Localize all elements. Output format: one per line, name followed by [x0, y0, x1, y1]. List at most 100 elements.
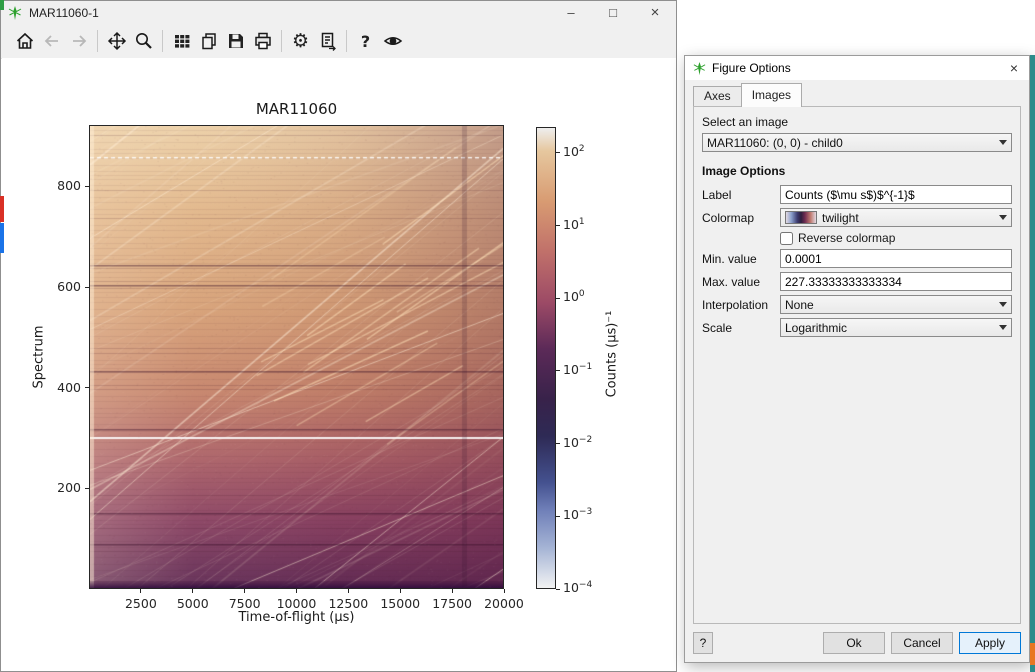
colorbar-tick-label: 10−3	[563, 507, 609, 522]
colorbar-tick-label: 102	[563, 144, 609, 159]
print-icon[interactable]	[249, 28, 276, 55]
zoom-icon[interactable]	[130, 28, 157, 55]
back-icon[interactable]	[38, 28, 65, 55]
edge-artifact-green	[0, 0, 4, 10]
app-icon	[7, 5, 23, 21]
edge-artifact-teal	[1030, 55, 1035, 672]
dialog-titlebar[interactable]: Figure Options ×	[685, 56, 1029, 80]
x-tick-mark	[452, 589, 453, 593]
colorbar-tick-mark	[556, 225, 560, 226]
settings-gear-icon[interactable]: ⚙	[287, 28, 314, 55]
heatmap-canvas[interactable]	[90, 126, 503, 588]
copy-icon[interactable]	[195, 28, 222, 55]
dialog-button-row: ? Ok Cancel Apply	[685, 624, 1029, 662]
colorbar-tick-mark	[556, 516, 560, 517]
y-tick-mark	[85, 186, 89, 187]
interpolation-field-label: Interpolation	[702, 298, 780, 312]
x-tick-mark	[400, 589, 401, 593]
x-tick-mark	[504, 589, 505, 593]
x-axis-label: Time-of-flight (μs)	[89, 610, 504, 625]
close-button[interactable]: ×	[634, 1, 676, 24]
tab-axes[interactable]: Axes	[693, 86, 742, 107]
window-title: MAR11060-1	[29, 6, 99, 20]
pan-icon[interactable]	[103, 28, 130, 55]
edge-artifact-orange	[1030, 643, 1035, 665]
colorbar-tick-mark	[556, 589, 560, 590]
scale-field-label: Scale	[702, 321, 780, 335]
colorbar-tick-label: 10−1	[563, 362, 609, 377]
x-tick-label: 20000	[472, 596, 536, 611]
colorbar-tick-label: 10−4	[563, 580, 609, 595]
desktop: MAR11060-1 – □ ×	[0, 0, 1035, 672]
y-tick-mark	[85, 287, 89, 288]
cancel-button[interactable]: Cancel	[891, 632, 953, 654]
colorbar-tick-label: 101	[563, 217, 609, 232]
save-icon[interactable]	[222, 28, 249, 55]
max-value-field-label: Max. value	[702, 275, 780, 289]
ok-button[interactable]: Ok	[823, 632, 885, 654]
apply-button[interactable]: Apply	[959, 632, 1021, 654]
heatmap-plot[interactable]	[89, 125, 504, 589]
plot-toolbar: ⚙ ?	[1, 24, 676, 59]
x-tick-mark	[192, 589, 193, 593]
plot-title: MAR11060	[89, 100, 504, 118]
max-value-input[interactable]	[780, 272, 1012, 291]
figure-window: MAR11060-1 – □ ×	[0, 0, 677, 672]
colorbar-tick-mark	[556, 443, 560, 444]
edge-artifact-red	[0, 196, 4, 222]
min-value-field-label: Min. value	[702, 252, 780, 266]
x-tick-mark	[140, 589, 141, 593]
y-tick-label: 200	[31, 480, 81, 495]
y-tick-mark	[85, 488, 89, 489]
image-select[interactable]: MAR11060: (0, 0) - child0	[702, 133, 1012, 152]
select-image-label: Select an image	[702, 115, 1012, 129]
reverse-colormap-checkbox[interactable]	[780, 232, 793, 245]
chevron-down-icon	[999, 215, 1007, 220]
colormap-preview	[785, 211, 817, 224]
chevron-down-icon	[999, 325, 1007, 330]
edge-artifact-blue	[0, 223, 4, 253]
image-options-heading: Image Options	[702, 164, 1012, 178]
x-tick-mark	[244, 589, 245, 593]
scale-select[interactable]: Logarithmic	[780, 318, 1012, 337]
colormap-select[interactable]: twilight	[780, 208, 1012, 227]
y-tick-mark	[85, 387, 89, 388]
colorbar-tick-label: 10−2	[563, 435, 609, 450]
interpolation-select[interactable]: None	[780, 295, 1012, 314]
x-tick-mark	[296, 589, 297, 593]
dialog-app-icon	[692, 61, 707, 76]
images-tab-pane: Select an image MAR11060: (0, 0) - child…	[693, 106, 1021, 624]
label-field-label: Label	[702, 188, 780, 202]
y-tick-label: 400	[31, 380, 81, 395]
window-titlebar[interactable]: MAR11060-1 – □ ×	[1, 1, 676, 24]
subplots-grid-icon[interactable]	[168, 28, 195, 55]
label-input[interactable]	[780, 185, 1012, 204]
context-help-button[interactable]: ?	[693, 632, 713, 654]
figure-canvas-area: MAR11060 Time-of-flight (μs) Spectrum Co…	[2, 58, 676, 671]
home-icon[interactable]	[11, 28, 38, 55]
script-icon[interactable]	[314, 28, 341, 55]
colorbar[interactable]	[536, 127, 556, 589]
chevron-down-icon	[999, 140, 1007, 145]
tab-images[interactable]: Images	[741, 83, 802, 107]
reverse-colormap-label[interactable]: Reverse colormap	[798, 231, 895, 245]
figure-options-dialog: Figure Options × Axes Images Select an i…	[684, 55, 1030, 663]
min-value-input[interactable]	[780, 249, 1012, 268]
colorbar-tick-mark	[556, 298, 560, 299]
colorbar-tick-label: 100	[563, 289, 609, 304]
forward-icon[interactable]	[65, 28, 92, 55]
maximize-button[interactable]: □	[592, 1, 634, 24]
dialog-tabbar: Axes Images	[685, 80, 1029, 107]
help-icon[interactable]: ?	[352, 28, 379, 55]
eye-icon[interactable]	[379, 28, 406, 55]
y-tick-label: 800	[31, 178, 81, 193]
x-tick-mark	[348, 589, 349, 593]
colorbar-label: Counts (μs)⁻¹	[605, 311, 620, 398]
dialog-close-icon[interactable]: ×	[999, 56, 1029, 80]
colormap-field-label: Colormap	[702, 211, 780, 225]
chevron-down-icon	[999, 302, 1007, 307]
minimize-button[interactable]: –	[550, 1, 592, 24]
colorbar-tick-mark	[556, 370, 560, 371]
dialog-title: Figure Options	[712, 61, 791, 75]
y-tick-label: 600	[31, 279, 81, 294]
